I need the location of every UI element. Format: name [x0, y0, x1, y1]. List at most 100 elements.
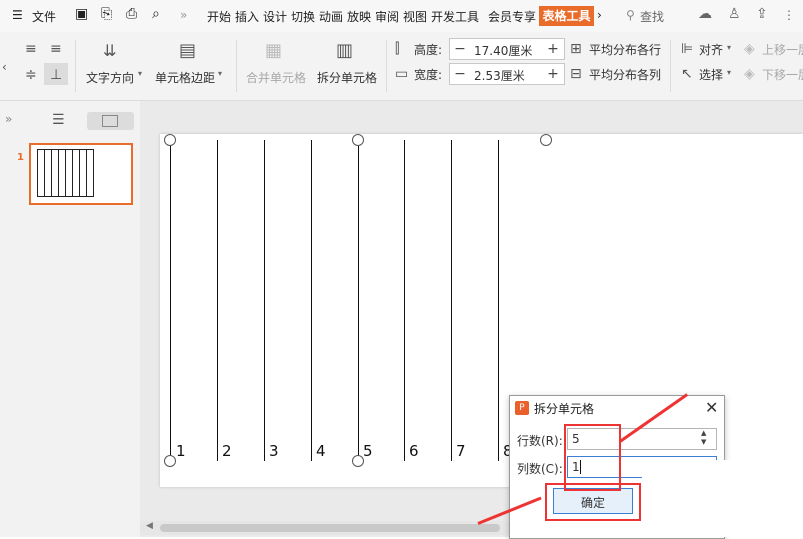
width-decrease-button[interactable]: − [450, 64, 470, 84]
scroll-left-arrow-icon[interactable]: ◀ [146, 521, 153, 531]
height-decrease-button[interactable]: − [450, 39, 470, 59]
tabs-next-chevron-icon[interactable]: › [597, 8, 602, 22]
ribbon-separator [75, 40, 76, 92]
text-direction-icon[interactable]: ⇊ [103, 43, 116, 59]
cell-margin-icon[interactable]: ▤ [179, 42, 196, 60]
menu-item-member[interactable]: 会员专享 [488, 8, 536, 25]
table-cell-text[interactable]: 2 [222, 442, 232, 460]
table-cell-text[interactable]: 4 [316, 442, 326, 460]
tab-table-tools[interactable]: 表格工具 [539, 6, 594, 26]
file-menu[interactable]: 文件 [32, 8, 56, 25]
resize-handle-top-left[interactable] [164, 134, 176, 146]
resize-handle-bottom[interactable] [352, 455, 364, 467]
select-cursor-icon[interactable]: ↖ [681, 67, 693, 81]
menu-item-slideshow[interactable]: 放映 [347, 8, 371, 25]
select-button[interactable]: 选择 [699, 66, 723, 83]
width-increase-button[interactable]: + [543, 64, 563, 84]
cols-label: 列数(C): [517, 462, 563, 476]
split-cells-button[interactable]: 拆分单元格 [317, 69, 377, 86]
rows-label: 行数(R): [517, 434, 563, 448]
ribbon-separator [236, 40, 237, 92]
table-column-divider [404, 140, 405, 461]
share-icon[interactable]: ⇪ [756, 6, 768, 22]
search-label[interactable]: 查找 [640, 8, 664, 25]
merge-cells-icon: ▦ [265, 40, 283, 61]
cloud-icon[interactable]: ☁ [698, 6, 712, 22]
distribute-cols-icon[interactable]: ⊟ [570, 67, 582, 81]
select-dropdown-icon[interactable]: ▾ [727, 68, 731, 77]
menu-item-insert[interactable]: 插入 [235, 8, 259, 25]
width-icon: ▭ [395, 66, 409, 82]
rows-spin-down-icon[interactable]: ▼ [701, 438, 706, 447]
height-icon: ⫿ [395, 41, 400, 57]
thumbnail-view-icon [102, 115, 118, 127]
export-icon[interactable]: ⎘ [101, 6, 112, 22]
align-button[interactable]: 对齐 [699, 41, 723, 58]
resize-handle-top-right[interactable] [540, 134, 552, 146]
send-backward-button: 下移一层 [762, 68, 803, 82]
outline-view-icon[interactable]: ☰ [52, 112, 65, 128]
more-icon[interactable]: ⋮ [783, 8, 795, 22]
distribute-rows-button[interactable]: 平均分布各行 [589, 41, 661, 58]
align-bottom-icon[interactable]: ⊥ [50, 68, 62, 82]
width-value[interactable]: 2.53厘米 [474, 67, 525, 84]
split-cells-icon[interactable]: ▥ [336, 42, 353, 60]
slide-number: 1 [17, 152, 24, 163]
width-spinner[interactable]: − 2.53厘米 + [449, 63, 565, 85]
thumbnail-view-tab[interactable] [87, 112, 134, 130]
menu-item-dev-tools[interactable]: 开发工具 [431, 8, 479, 25]
menu-item-transition[interactable]: 切换 [291, 8, 315, 25]
table-column-divider [451, 140, 452, 461]
table-cell-text[interactable]: 3 [269, 442, 279, 460]
menu-item-view[interactable]: 视图 [403, 8, 427, 25]
rows-spin-up-icon[interactable]: ▲ [701, 429, 706, 438]
bring-forward-icon: ◈ [744, 41, 755, 57]
close-icon[interactable]: ✕ [705, 398, 718, 417]
table-cell-text[interactable]: 1 [176, 442, 186, 460]
table[interactable] [170, 140, 548, 461]
scrollbar-thumb[interactable] [160, 524, 500, 532]
thumbnail-table-preview [37, 149, 94, 197]
user-add-icon[interactable]: ♙ [728, 6, 741, 22]
width-label: 宽度: [414, 68, 443, 82]
distribute-cols-button[interactable]: 平均分布各列 [589, 66, 661, 83]
menu-item-animation[interactable]: 动画 [319, 8, 343, 25]
menu-item-design[interactable]: 设计 [263, 8, 287, 25]
more-chevron-icon[interactable]: » [180, 8, 187, 22]
table-cell-text[interactable]: 6 [409, 442, 419, 460]
distribute-vertical-icon[interactable]: ≑ [25, 68, 37, 82]
expand-panel-icon[interactable]: » [5, 112, 12, 126]
cell-margin-button[interactable]: 单元格边距 [155, 69, 215, 86]
resize-handle-top[interactable] [352, 134, 364, 146]
hamburger-icon[interactable]: ☰ [12, 8, 23, 22]
table-column-divider [217, 140, 218, 461]
table-column-divider [358, 140, 359, 461]
search-icon[interactable]: ⚲ [626, 8, 635, 22]
align-middle-icon[interactable]: ≡ [50, 42, 62, 56]
menu-bar: ☰ 文件 ▣ ⎘ ⎙ ⌕ » 开始 插入 设计 切换 动画 放映 审阅 视图 开… [0, 0, 803, 32]
slide-thumbnail[interactable] [29, 143, 133, 205]
preview-icon[interactable]: ⌕ [152, 6, 160, 22]
height-increase-button[interactable]: + [543, 39, 563, 59]
align-dropdown-icon[interactable]: ▾ [727, 43, 731, 52]
table-cell-text[interactable]: 7 [456, 442, 466, 460]
cell-margin-dropdown-icon[interactable]: ▾ [218, 69, 222, 78]
table-column-divider [264, 140, 265, 461]
merge-cells-button: 合并单元格 [246, 71, 307, 85]
print-icon[interactable]: ⎙ [126, 6, 137, 22]
align-icon[interactable]: ⊫ [681, 42, 693, 56]
ribbon-scroll-left-icon[interactable]: ‹ [2, 60, 7, 74]
menu-item-start[interactable]: 开始 [207, 8, 231, 25]
distribute-rows-icon[interactable]: ⊞ [570, 42, 582, 56]
text-direction-dropdown-icon[interactable]: ▾ [138, 69, 142, 78]
dialog-title: 拆分单元格 [534, 402, 595, 416]
height-spinner[interactable]: − 17.40厘米 + [449, 38, 565, 60]
save-icon[interactable]: ▣ [75, 6, 88, 22]
align-top-icon[interactable]: ≡ [25, 42, 37, 56]
text-direction-button[interactable]: 文字方向 [86, 69, 134, 86]
table-cell-text[interactable]: 5 [363, 442, 373, 460]
height-value[interactable]: 17.40厘米 [474, 42, 532, 59]
menu-item-review[interactable]: 审阅 [375, 8, 399, 25]
table-column-divider [311, 140, 312, 461]
resize-handle-bottom-left[interactable] [164, 455, 176, 467]
